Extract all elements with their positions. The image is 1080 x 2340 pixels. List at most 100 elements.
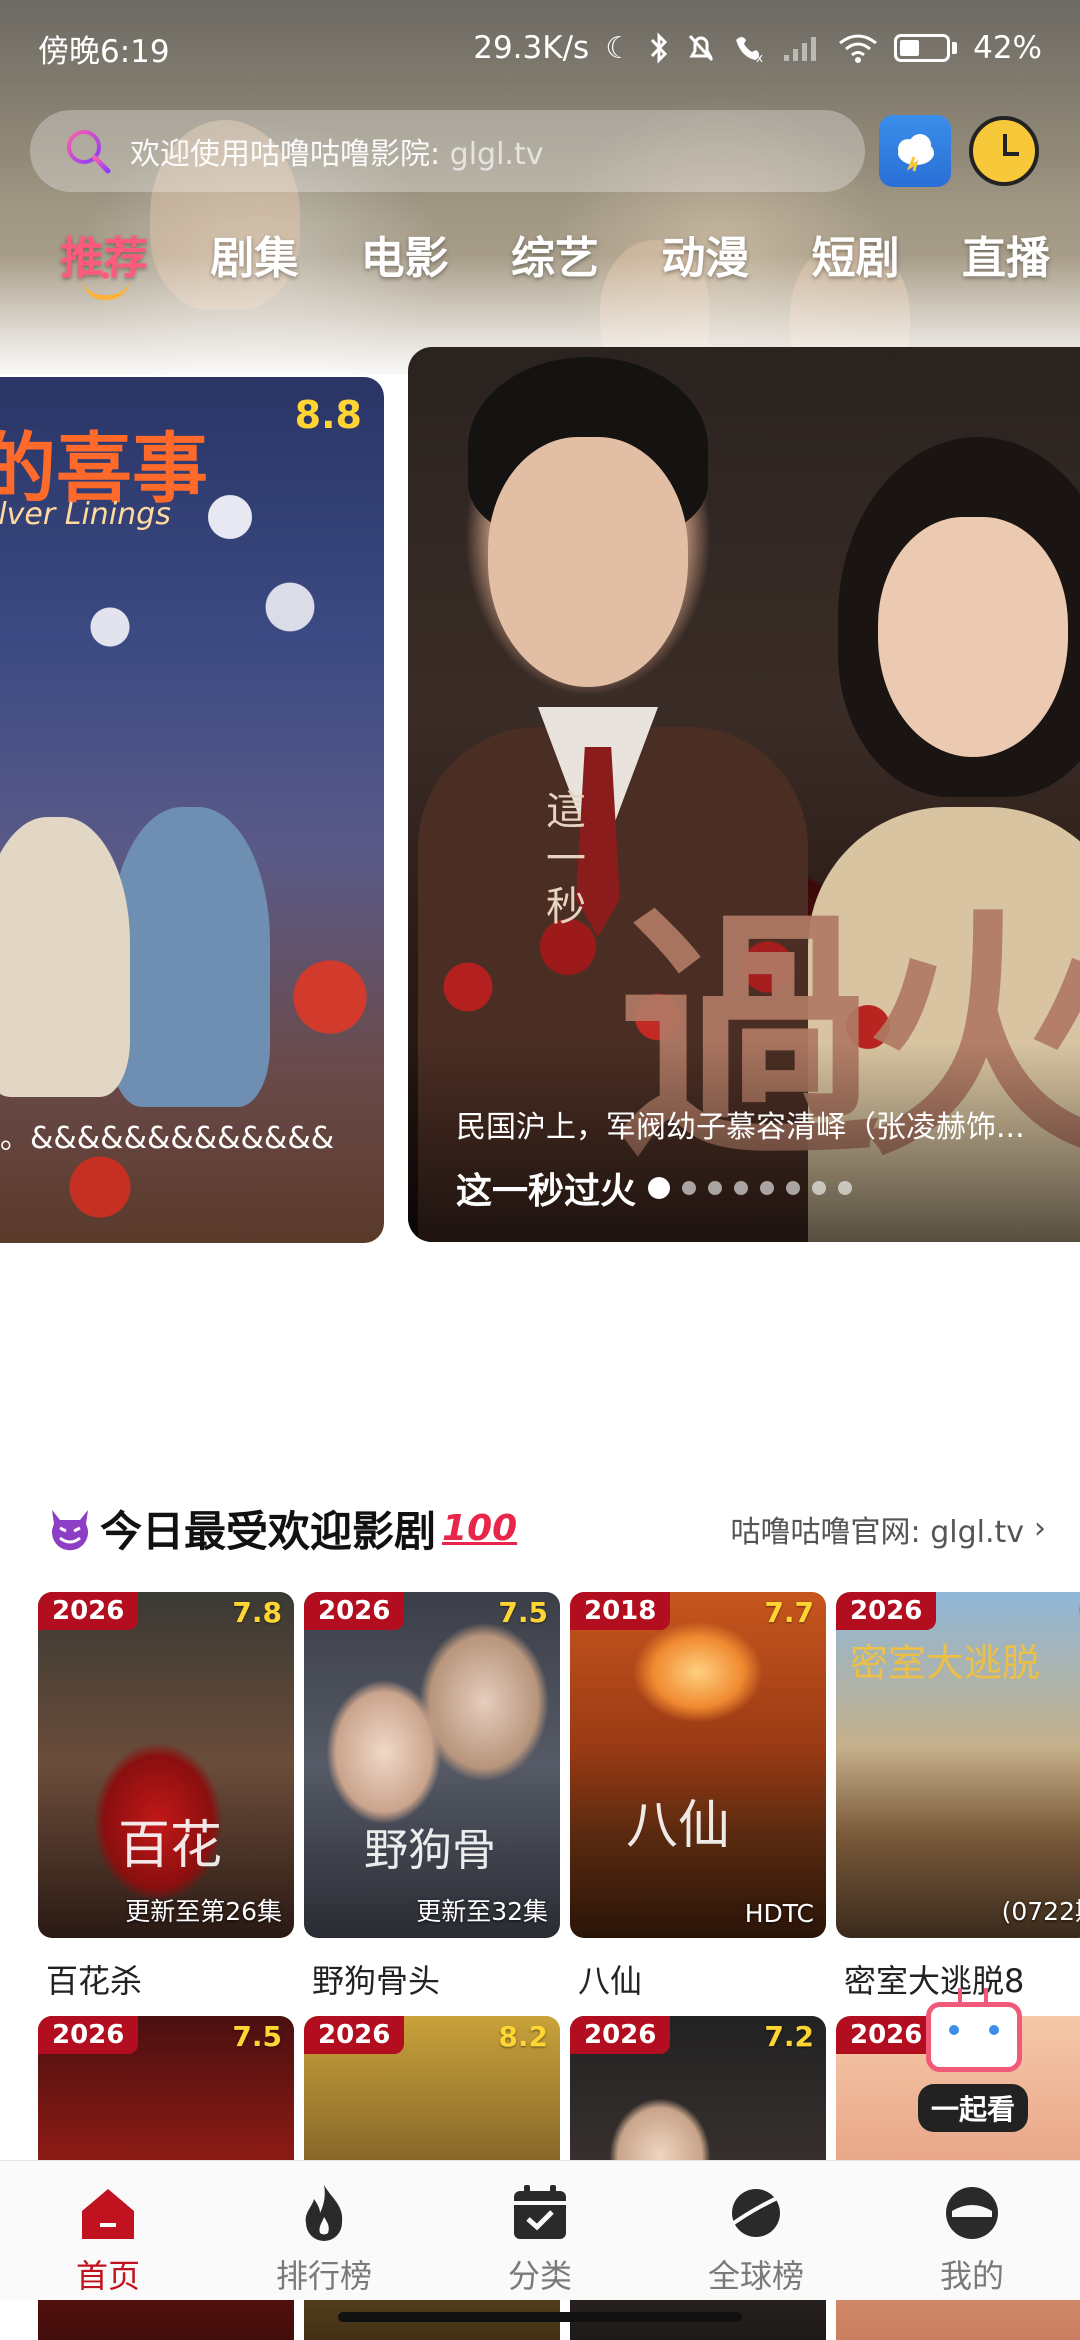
year-badge: 2018 (570, 1592, 671, 1630)
mute-bell-icon (688, 34, 714, 62)
poster-figure-face (488, 437, 688, 687)
nav-category-label: 分类 (507, 2257, 572, 2295)
poster-title-art: 百花 (118, 1816, 223, 1876)
nav-home[interactable]: 首页 (0, 2161, 216, 2300)
tab-recommend[interactable]: 推荐 (60, 222, 148, 300)
poster-figure-face (878, 517, 1068, 757)
carousel-card-prev[interactable]: 的喜事 ilver Linings 8.8 。&&&&&&&&&&&&& (0, 377, 384, 1243)
nav-global-label: 全球榜 (707, 2257, 804, 2295)
poster-figure (0, 817, 130, 1097)
category-tabs: 推荐 剧集 电影 综艺 动漫 短剧 直播 (60, 222, 1050, 300)
score-badge: 7.7 (764, 1596, 814, 1629)
update-status: HDTC (744, 1899, 814, 1928)
tab-variety[interactable]: 综艺 (511, 222, 599, 286)
poster-title-art: 八仙 (626, 1796, 731, 1856)
carousel-current-side-title: 這一秒 (546, 788, 586, 930)
nav-ranking-label: 排行榜 (275, 2257, 372, 2295)
poster-image: 2026 7.8 百花 更新至第26集 (38, 1592, 294, 1938)
update-status: 更新至第26集 (125, 1897, 282, 1926)
bottom-nav: 首页 排行榜 分类 全球榜 我的 (0, 2160, 1080, 2300)
score-badge: 7.5 (498, 1596, 548, 1629)
home-icon (82, 2189, 134, 2239)
search-placeholder: 欢迎使用咕噜咕噜影院: glgl.tv (130, 137, 544, 172)
carousel-dot[interactable] (812, 1181, 827, 1195)
nav-ranking[interactable]: 排行榜 (216, 2161, 432, 2300)
tab-series[interactable]: 剧集 (210, 222, 298, 286)
update-status: 更新至32集 (416, 1897, 548, 1926)
nav-profile-label: 我的 (939, 2257, 1004, 2295)
score-badge: 7.5 (232, 2020, 282, 2053)
watch-together-label: 一起看 (918, 2084, 1028, 2132)
tab-short-drama[interactable]: 短剧 (812, 222, 900, 286)
devil-emoji-icon (52, 1509, 88, 1550)
carousel-card-current[interactable]: 過火 這一秒 7 民国沪上，军阀幼子慕容清峄（张凌赫饰... 这一秒过火 (408, 347, 1080, 1242)
carousel-dot[interactable] (682, 1181, 697, 1195)
poster-title: 八仙 (578, 1962, 643, 2000)
carousel-dot[interactable] (734, 1181, 749, 1195)
carousel-dot[interactable] (760, 1181, 775, 1195)
poster-row: 2026 7.8 百花 更新至第26集 百花杀 2026 7.5 野狗骨 更新至… (38, 1592, 1080, 2016)
signal-icon (784, 37, 817, 61)
search-icon (67, 130, 111, 174)
poster-title-art: 密室大逃脱 (850, 1641, 1041, 1685)
poster-image: 2026 9 密室大逃脱 (0722期 (836, 1592, 1080, 1938)
section-title-text: 今日最受欢迎影剧 (100, 1507, 437, 1556)
svg-text:x: x (756, 51, 763, 64)
official-site-link-text: 咕噜咕噜官网: glgl.tv (730, 1514, 1024, 1550)
carousel-name-row: 这一秒过火 (456, 1162, 853, 1214)
watch-together-button[interactable]: 一起看 (918, 1988, 1028, 2132)
clock-button[interactable] (969, 116, 1039, 186)
status-icons: 29.3K/s ☾ x 42% (473, 30, 1042, 66)
nav-global[interactable]: 全球榜 (648, 2161, 864, 2300)
home-indicator[interactable] (338, 2312, 742, 2322)
network-speed: 29.3K/s (473, 30, 590, 66)
carousel-pagination[interactable] (648, 1177, 853, 1199)
score-badge: 7.2 (764, 2020, 814, 2053)
nav-home-label: 首页 (75, 2257, 140, 2295)
carousel-current-name: 这一秒过火 (456, 1171, 637, 1212)
year-badge: 2026 (304, 2016, 405, 2054)
hundred-emoji-icon: 100 (442, 1508, 518, 1549)
poster-image: 2018 7.7 八仙 HDTC (570, 1592, 826, 1938)
carousel-dot-active[interactable] (648, 1177, 671, 1199)
bluetooth-icon (650, 32, 668, 64)
poster-card[interactable]: 2026 9 密室大逃脱 (0722期 密室大逃脱8 (836, 1592, 1080, 2016)
tab-live[interactable]: 直播 (962, 222, 1050, 286)
banner-carousel: 的喜事 ilver Linings 8.8 。&&&&&&&&&&&&& 過火 … (0, 345, 1080, 1245)
status-bar: 傍晚6:19 29.3K/s ☾ x 42% (0, 0, 1080, 96)
carousel-prev-rating: 8.8 (294, 393, 362, 437)
update-status: (0722期 (1001, 1897, 1080, 1926)
tab-anime[interactable]: 动漫 (661, 222, 749, 286)
year-badge: 2026 (836, 1592, 937, 1630)
year-badge: 2026 (38, 2016, 139, 2054)
moon-icon: ☾ (605, 30, 633, 66)
battery-percent: 42% (973, 30, 1042, 66)
search-row: 欢迎使用咕噜咕噜影院: glgl.tv (30, 110, 1050, 192)
official-site-link[interactable]: 咕噜咕噜官网: glgl.tv › (731, 1507, 1046, 1551)
battery-icon (894, 34, 958, 62)
profile-icon (946, 2187, 998, 2239)
nav-category[interactable]: 分类 (432, 2161, 648, 2300)
carousel-dot[interactable] (838, 1181, 853, 1195)
tab-movies[interactable]: 电影 (361, 222, 449, 286)
carousel-current-desc: 民国沪上，军阀幼子慕容清峄（张凌赫饰... (456, 1110, 1025, 1145)
year-badge: 2026 (570, 2016, 671, 2054)
nav-profile[interactable]: 我的 (864, 2161, 1080, 2300)
search-input[interactable]: 欢迎使用咕噜咕噜影院: glgl.tv (30, 110, 865, 192)
weather-button[interactable] (879, 115, 951, 187)
poster-card[interactable]: 2026 7.5 野狗骨 更新至32集 野狗骨头 (304, 1592, 560, 2016)
poster-card[interactable]: 2018 7.7 八仙 HDTC 八仙 (570, 1592, 826, 2016)
score-badge: 7.8 (232, 1596, 282, 1629)
carousel-dot[interactable] (786, 1181, 801, 1195)
carousel-dot[interactable] (708, 1181, 723, 1195)
wifi-icon (839, 34, 878, 63)
poster-title-art: 野狗骨 (364, 1825, 496, 1876)
popular-section-header: 今日最受欢迎影剧 100 咕噜咕噜官网: glgl.tv › (46, 1498, 1046, 1559)
calendar-check-icon (514, 2185, 566, 2239)
planet-icon (726, 2189, 785, 2237)
poster-card[interactable]: 2026 7.8 百花 更新至第26集 百花杀 (38, 1592, 294, 2016)
section-title: 今日最受欢迎影剧 100 (46, 1498, 517, 1559)
clock-icon (1003, 134, 1007, 154)
year-badge: 2026 (38, 1592, 139, 1630)
poster-image: 2026 7.5 野狗骨 更新至32集 (304, 1592, 560, 1938)
